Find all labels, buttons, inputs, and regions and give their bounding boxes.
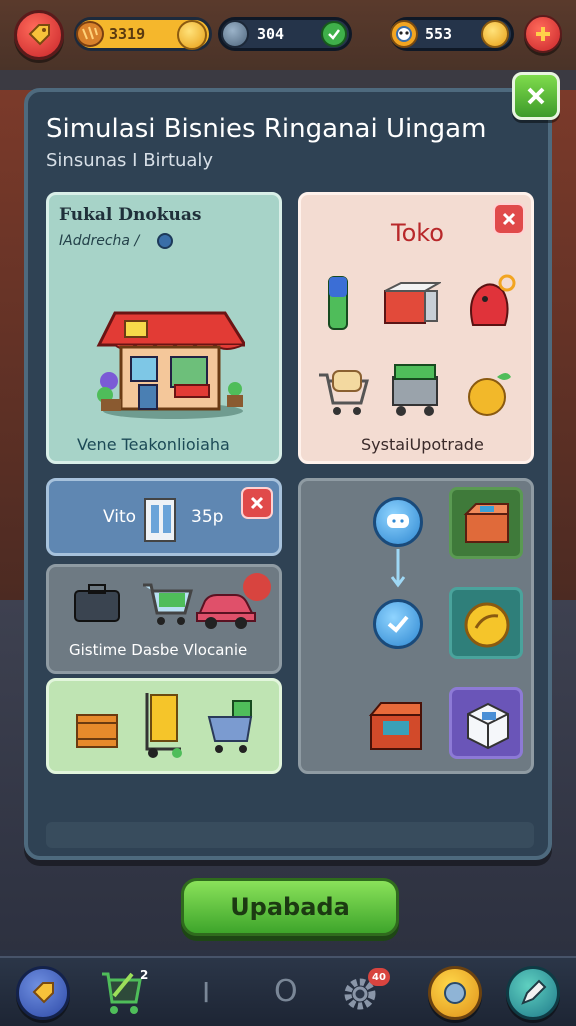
nav-edit-button[interactable] (506, 966, 560, 1020)
bread-icon (76, 21, 104, 47)
golden-coin-icon (464, 602, 510, 648)
settings-badge: 40 (368, 968, 390, 986)
step-arrow-icon (390, 549, 406, 588)
tag-icon (28, 24, 50, 46)
store-card-subtitle: IAddrecha / (59, 233, 140, 249)
panel-title: Simulasi Bisnies Ringanai Uingam (46, 114, 487, 144)
coin-value: 553 (425, 25, 453, 43)
close-icon (527, 87, 545, 105)
toko-card-title: Toko (391, 219, 444, 247)
top-bar: 3319 304 553 (0, 0, 576, 70)
store-building-icon (96, 311, 245, 419)
tag-icon (32, 982, 54, 1004)
badge-icon (444, 982, 466, 1004)
shopping-cart-icon (143, 583, 193, 625)
back-button[interactable] (14, 10, 64, 60)
suitcase-icon (74, 584, 120, 622)
store-card-footer: Vene Teakonlioiaha (77, 435, 230, 454)
nav-home-button[interactable] (16, 966, 70, 1020)
gold-counter: 3319 (74, 17, 212, 51)
gold-coin-icon (177, 20, 207, 50)
pencil-icon (521, 979, 547, 1005)
price-close-button[interactable] (241, 487, 273, 519)
upgrade-slot-package[interactable] (449, 687, 523, 759)
toko-card-footer: SystaiUpotrade (361, 435, 484, 454)
gold-value: 3319 (109, 25, 146, 43)
store-card-title: Fukal Dnokuas (59, 205, 202, 225)
crate-icon (76, 714, 118, 748)
crate-icon (463, 503, 509, 543)
tool-box-icon (368, 702, 422, 750)
nav-cart-button[interactable]: 2 (98, 966, 150, 1020)
add-currency-button[interactable] (524, 15, 562, 53)
coin-icon (481, 20, 509, 48)
coin-leaf-icon (468, 373, 511, 416)
coin-counter: 553 (390, 17, 514, 51)
vehicles-card[interactable]: Gistime Dasbe Vlocanie (46, 564, 282, 674)
package-icon (467, 702, 509, 750)
panel-subtitle: Sinsunas I Birtualy (46, 150, 214, 171)
nav-pipe-item[interactable]: I (202, 976, 210, 1009)
box-icon (384, 282, 441, 324)
items-card[interactable] (46, 678, 282, 774)
price-card-value: 35p (191, 507, 224, 527)
toko-close-button[interactable] (493, 203, 525, 235)
nav-trophy-button[interactable] (428, 966, 482, 1020)
store-card[interactable]: Fukal Dnokuas IAddrecha / Vene Teakonlio… (46, 192, 282, 464)
hand-truck-icon (145, 693, 182, 758)
cart-icon (102, 972, 142, 1014)
notification-dot (243, 573, 271, 601)
nav-ring-item[interactable]: O (274, 974, 298, 1009)
panel-bottom-bar (46, 822, 534, 848)
bottom-nav: 2 I O 40 (0, 956, 576, 1026)
gear-character-icon (390, 20, 418, 48)
step-check-button[interactable] (373, 599, 423, 649)
upgrade-button-label: Upabada (230, 893, 350, 921)
plus-icon (536, 27, 550, 41)
check-icon (387, 615, 409, 633)
price-card[interactable]: Vito 35p (46, 478, 282, 556)
progress-card (298, 478, 534, 774)
upgrade-button[interactable]: Upabada (181, 878, 399, 936)
chat-icon (387, 514, 409, 528)
money-cart-icon (392, 364, 438, 416)
settings-badge-value: 40 (372, 971, 386, 983)
price-card-prefix: Vito (103, 507, 137, 527)
gem-counter: 304 (218, 17, 352, 51)
step-chat-button[interactable] (373, 497, 423, 547)
red-creature-icon (470, 274, 516, 326)
business-panel: Simulasi Bisnies Ringanai Uingam Sinsuna… (24, 88, 552, 860)
basket-cart-icon (207, 700, 253, 753)
close-icon (250, 496, 264, 510)
upgrade-slot-coin[interactable] (449, 587, 523, 659)
check-add-icon[interactable] (321, 21, 347, 47)
gem-icon (221, 20, 249, 48)
bottle-icon (328, 276, 348, 330)
shopping-cart-bread-icon (319, 370, 369, 415)
vehicles-card-footer: Gistime Dasbe Vlocanie (69, 641, 248, 659)
gem-value: 304 (257, 25, 285, 43)
nav-settings-button[interactable]: 40 (340, 968, 390, 1016)
location-icon (157, 233, 173, 249)
appliance-box-icon (144, 498, 176, 542)
cart-badge: 2 (140, 968, 149, 982)
toko-card[interactable]: Toko SystaiUpotrade (298, 192, 534, 464)
close-icon (502, 212, 516, 226)
upgrade-slot-crate[interactable] (449, 487, 523, 559)
close-panel-button[interactable] (512, 72, 560, 120)
